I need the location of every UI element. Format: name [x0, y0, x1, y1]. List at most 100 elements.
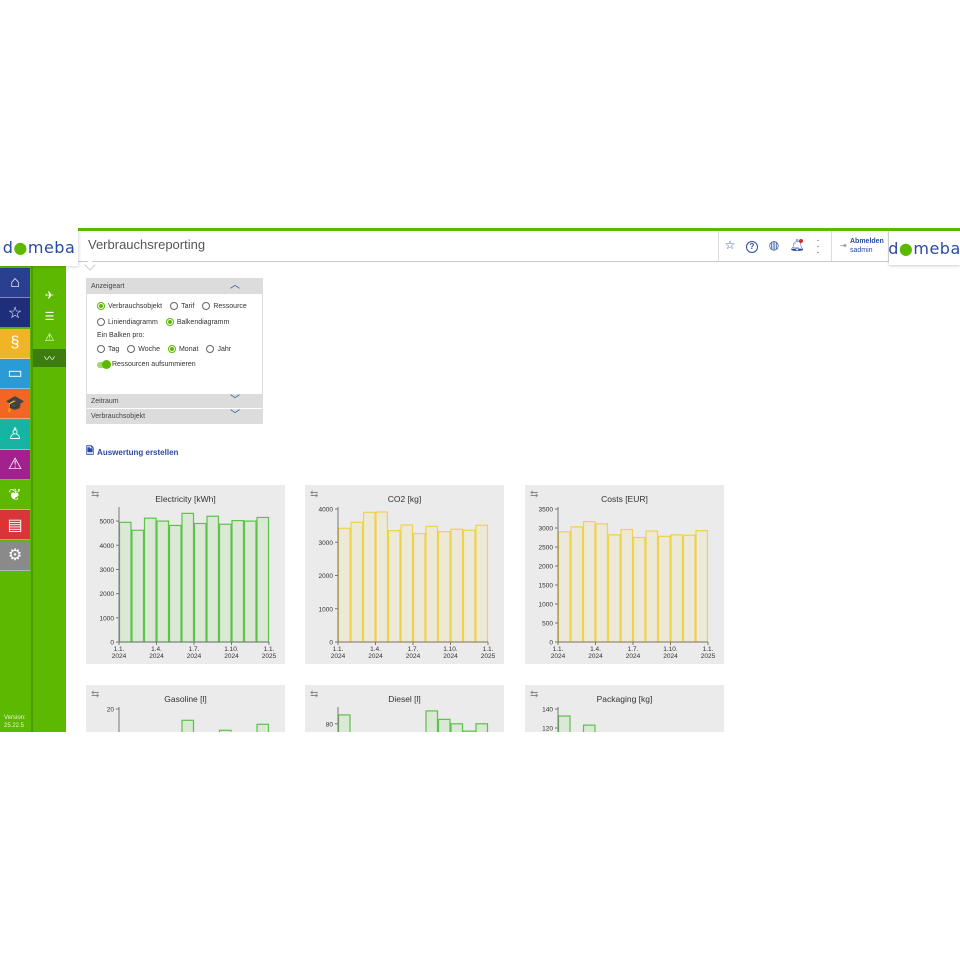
- x-tick-label: 2025: [701, 653, 716, 660]
- radio-liniendiagramm[interactable]: Liniendiagramm: [97, 318, 158, 326]
- bell-icon[interactable]: 🔔︎: [789, 237, 805, 253]
- sidebar-item-training[interactable]: 🎓: [0, 389, 30, 420]
- x-tick-label: 1.1.: [553, 646, 564, 653]
- radio-button[interactable]: [206, 345, 215, 353]
- chart-title: Packaging [kg]: [596, 694, 653, 704]
- radio-button[interactable]: [97, 318, 105, 326]
- bar: [695, 530, 709, 643]
- y-tick-label: 80: [326, 721, 334, 728]
- chart-plot: 80: [326, 707, 489, 732]
- anzeigeart-body: Verbrauchsobjekt Tarif Ressource Liniendia…: [87, 294, 262, 393]
- radio-button[interactable]: [97, 302, 105, 310]
- bar: [412, 533, 426, 643]
- bar: [362, 511, 376, 643]
- sidebar-item-settings[interactable]: ⚙: [0, 540, 30, 571]
- chevron-up-icon[interactable]: ︿: [230, 279, 240, 293]
- sum-resources-toggle[interactable]: [97, 360, 111, 369]
- radio-button[interactable]: [127, 345, 136, 353]
- subnav-item-rocket[interactable]: ✈: [33, 286, 66, 304]
- radio-button[interactable]: [167, 345, 176, 353]
- reporting-icon: 〰: [44, 353, 55, 365]
- bar: [350, 521, 364, 643]
- x-tick-label: 2024: [443, 653, 458, 660]
- chart-plot: 20: [107, 707, 270, 732]
- x-tick-label: 2024: [551, 653, 566, 660]
- filter-panel: Anzeigeart ︿ Verbrauchsobjekt Tarif Ressour…: [86, 278, 263, 424]
- bar: [582, 520, 596, 643]
- radio-verbrauchsobjekt[interactable]: Verbrauchsobjekt: [97, 302, 162, 310]
- logout-button[interactable]: Abmelden sadmin: [850, 237, 884, 255]
- bar: [475, 524, 489, 643]
- bar: [425, 525, 439, 643]
- subnav-item-reporting[interactable]: 〰: [33, 349, 66, 367]
- home-icon: ⌂: [10, 273, 20, 291]
- notification-dot: [799, 239, 803, 243]
- x-tick-label: 2024: [187, 653, 202, 660]
- bar: [387, 530, 401, 643]
- version-info: Version: 25.22.5: [4, 714, 26, 730]
- bar: [206, 515, 220, 643]
- bar: [450, 723, 464, 732]
- sidebar-item-devices[interactable]: ▭: [0, 358, 30, 389]
- radio-button[interactable]: [170, 302, 179, 310]
- bar: [181, 512, 195, 643]
- y-tick-label: 3500: [539, 507, 554, 514]
- create-report-link[interactable]: 🗎︎ Auswertung erstellen: [86, 444, 178, 461]
- bar: [181, 719, 195, 732]
- radio-jahr[interactable]: Jahr: [206, 345, 231, 353]
- bar: [375, 511, 389, 643]
- radio-label: Balkendiagramm: [176, 318, 230, 326]
- bar: [595, 523, 609, 643]
- sidebar-item-favorites[interactable]: ☆: [0, 298, 30, 329]
- logo[interactable]: d●meba: [0, 228, 78, 266]
- bar: [620, 528, 634, 643]
- sidebar-item-persons[interactable]: ♙: [0, 419, 30, 450]
- chart-plot: 0100020003000400050001.1.20241.4.20241.7…: [100, 507, 277, 660]
- x-tick-label: 2024: [224, 653, 239, 660]
- bar: [682, 534, 696, 643]
- bar: [657, 535, 671, 643]
- radio-button[interactable]: [202, 302, 211, 310]
- radio-button[interactable]: [165, 318, 174, 326]
- subnav-item-warning[interactable]: ⚠: [33, 328, 66, 346]
- globe-icon[interactable]: ◍: [766, 237, 782, 253]
- training-icon: 🎓: [5, 395, 25, 413]
- contracts-icon: §: [10, 334, 20, 352]
- sidebar-item-home[interactable]: ⌂: [0, 268, 30, 298]
- x-tick-label: 1.10.: [224, 646, 239, 653]
- radio-tag[interactable]: Tag: [97, 345, 119, 353]
- radio-balkendiagramm[interactable]: Balkendiagramm: [165, 318, 230, 326]
- sidebar-item-reports[interactable]: ▤: [0, 510, 30, 541]
- chevron-down-icon[interactable]: ﹀: [230, 394, 240, 408]
- star-plus-icon[interactable]: ☆: [722, 237, 738, 253]
- radio-tarif[interactable]: Tarif: [170, 302, 194, 310]
- y-tick-label: 4000: [100, 543, 115, 550]
- y-tick-label: 140: [542, 707, 553, 714]
- help-icon[interactable]: ?: [744, 237, 760, 253]
- y-tick-label: 1000: [539, 602, 554, 609]
- section-verbrauchsobjekt[interactable]: Verbrauchsobjekt ﹀: [87, 408, 262, 423]
- section-anzeigeart[interactable]: Anzeigeart ︿: [87, 279, 262, 294]
- y-tick-label: 5000: [100, 519, 115, 526]
- per-bar-label: Ein Balken pro:: [97, 332, 145, 339]
- warning-icon: ⚠: [44, 331, 55, 344]
- sidebar-item-warnings[interactable]: ⚠: [0, 449, 30, 480]
- bar: [437, 718, 451, 732]
- more-icon[interactable]: · · ·: [810, 236, 826, 258]
- bar: [462, 529, 476, 643]
- x-tick-label: 2024: [626, 653, 641, 660]
- section-zeitraum[interactable]: Zeitraum ﹀: [87, 393, 262, 408]
- x-tick-label: 2025: [262, 653, 277, 660]
- chevron-down-icon[interactable]: ﹀: [230, 409, 240, 423]
- radio-monat[interactable]: Monat: [167, 345, 198, 353]
- radio-button[interactable]: [97, 345, 105, 353]
- sidebar-item-environment[interactable]: ❦: [0, 480, 30, 511]
- environment-icon: ❦: [8, 486, 22, 504]
- radio-ressource[interactable]: Ressource: [202, 302, 247, 310]
- logout-icon[interactable]: ⇥: [840, 241, 847, 250]
- sidebar-item-contracts[interactable]: §: [0, 328, 30, 359]
- y-tick-label: 2000: [100, 591, 115, 598]
- radio-woche[interactable]: Woche: [127, 345, 160, 353]
- logo-text: d●meba: [888, 238, 960, 258]
- subnav-item-resources[interactable]: ☰: [33, 307, 66, 325]
